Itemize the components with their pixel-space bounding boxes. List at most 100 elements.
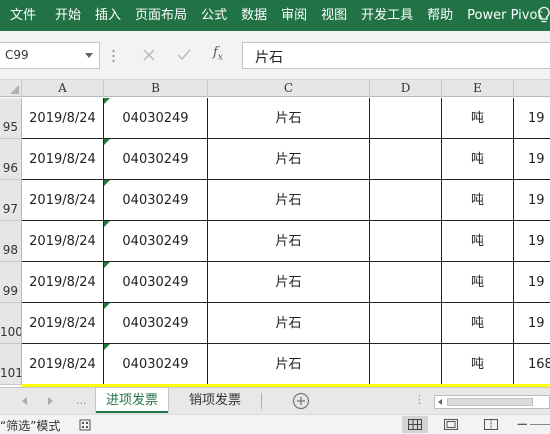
cell-d[interactable] — [370, 262, 442, 303]
error-indicator-icon — [104, 221, 110, 227]
row-header[interactable]: 99 — [0, 262, 22, 303]
cell-quantity[interactable]: 19 — [514, 262, 550, 303]
column-header-a[interactable]: A — [22, 80, 104, 97]
name-box[interactable]: C99 — [0, 42, 100, 69]
horizontal-scrollbar[interactable] — [434, 395, 550, 409]
row-header[interactable]: 97 — [0, 180, 22, 221]
scroll-splitter-icon[interactable]: ⋮ — [414, 393, 425, 406]
sheet-tab-bar: ... 进项发票 销项发票 ⋮ — [0, 387, 550, 414]
name-box-dropdown-icon[interactable] — [85, 53, 93, 58]
cell-name[interactable]: 片石 — [208, 262, 370, 303]
cell-code[interactable]: 04030249 — [104, 262, 208, 303]
cell-name[interactable]: 片石 — [208, 344, 370, 385]
cell-name[interactable]: 片石 — [208, 303, 370, 344]
cell-name[interactable]: 片石 — [208, 221, 370, 262]
cell-code[interactable]: 04030249 — [104, 221, 208, 262]
cell-code[interactable]: 04030249 — [104, 344, 208, 385]
sheet-tab-sales-invoices[interactable]: 销项发票 — [170, 388, 260, 413]
cell-unit[interactable]: 吨 — [442, 98, 514, 139]
row-header[interactable]: 95 — [0, 98, 22, 139]
more-sheets-left[interactable]: ... — [76, 394, 87, 407]
tab-file[interactable]: 文件 — [0, 0, 48, 31]
tab-home[interactable]: 开始 — [48, 0, 88, 31]
error-indicator-icon — [104, 262, 110, 268]
error-indicator-icon — [104, 98, 110, 104]
page-break-view-button[interactable] — [478, 416, 504, 433]
cell-quantity[interactable]: 168 — [514, 344, 550, 385]
cell-code[interactable]: 04030249 — [104, 180, 208, 221]
cell-name[interactable]: 片石 — [208, 139, 370, 180]
cell-quantity[interactable]: 19 — [514, 180, 550, 221]
cell-date[interactable]: 2019/8/24 — [22, 303, 104, 344]
cell-d[interactable] — [370, 139, 442, 180]
status-mode-text: “筛选”模式 — [0, 419, 61, 433]
row-header[interactable]: 100 — [0, 303, 22, 344]
worksheet-grid[interactable]: A B C D E 95 2019/8/24 04030249 片石 吨 19 … — [0, 80, 550, 387]
check-icon — [177, 49, 191, 61]
function-icon-sub: x — [217, 52, 223, 63]
formula-content: 片石 — [255, 50, 283, 66]
column-header-e[interactable]: E — [442, 80, 514, 97]
normal-view-button[interactable] — [402, 416, 428, 433]
column-header-d[interactable]: D — [370, 80, 442, 97]
previous-sheet-icon[interactable] — [22, 397, 27, 405]
cell-unit[interactable]: 吨 — [442, 344, 514, 385]
cell-quantity[interactable]: 19 — [514, 139, 550, 180]
add-sheet-icon[interactable] — [292, 392, 310, 410]
cell-d[interactable] — [370, 344, 442, 385]
tab-insert[interactable]: 插入 — [88, 0, 128, 31]
cell-quantity[interactable]: 19 — [514, 221, 550, 262]
cell-date[interactable]: 2019/8/24 — [22, 344, 104, 385]
cell-unit[interactable]: 吨 — [442, 303, 514, 344]
row-header[interactable]: 96 — [0, 139, 22, 180]
insert-function-button[interactable]: fx — [213, 45, 223, 63]
column-header-c[interactable]: C — [208, 80, 370, 97]
scroll-thumb[interactable] — [447, 398, 533, 406]
cell-code[interactable]: 04030249 — [104, 303, 208, 344]
scroll-left-icon[interactable] — [438, 399, 442, 405]
sheet-tab-purchase-invoices[interactable]: 进项发票 — [96, 388, 168, 413]
cell-unit[interactable]: 吨 — [442, 139, 514, 180]
cancel-button[interactable] — [139, 45, 159, 65]
lightbulb-icon[interactable] — [536, 6, 550, 25]
cell-date[interactable]: 2019/8/24 — [22, 221, 104, 262]
cell-date[interactable]: 2019/8/24 — [22, 262, 104, 303]
cell-code[interactable]: 04030249 — [104, 139, 208, 180]
formula-input[interactable]: 片石 — [242, 42, 550, 69]
page-layout-icon — [444, 419, 458, 430]
cell-quantity[interactable]: 19 — [514, 303, 550, 344]
tab-data[interactable]: 数据 — [234, 0, 274, 31]
tab-review[interactable]: 审阅 — [274, 0, 314, 31]
cell-unit[interactable]: 吨 — [442, 221, 514, 262]
zoom-out-icon[interactable]: − — [516, 415, 529, 433]
tab-formulas[interactable]: 公式 — [194, 0, 234, 31]
cell-date[interactable]: 2019/8/24 — [22, 98, 104, 139]
tab-view[interactable]: 视图 — [314, 0, 354, 31]
cell-name[interactable]: 片石 — [208, 180, 370, 221]
next-sheet-icon[interactable] — [48, 397, 53, 405]
column-header-b[interactable]: B — [104, 80, 208, 97]
select-all-corner[interactable] — [0, 80, 22, 97]
enter-button[interactable] — [174, 45, 194, 65]
tab-page-layout[interactable]: 页面布局 — [128, 0, 194, 31]
cell-date[interactable]: 2019/8/24 — [22, 139, 104, 180]
cell-d[interactable] — [370, 221, 442, 262]
row-header[interactable]: 101 — [0, 344, 22, 385]
cell-date[interactable]: 2019/8/24 — [22, 180, 104, 221]
cell-quantity[interactable]: 19 — [514, 98, 550, 139]
tab-help[interactable]: 帮助 — [420, 0, 460, 31]
tab-power-pivot[interactable]: Power Pivot — [460, 0, 546, 31]
cell-d[interactable] — [370, 303, 442, 344]
cell-unit[interactable]: 吨 — [442, 262, 514, 303]
cell-name[interactable]: 片石 — [208, 98, 370, 139]
page-setup-icon[interactable] — [79, 419, 91, 431]
cell-code[interactable]: 04030249 — [104, 98, 208, 139]
cell-d[interactable] — [370, 98, 442, 139]
column-header-f[interactable] — [514, 80, 550, 97]
zoom-slider[interactable] — [530, 424, 550, 425]
cell-unit[interactable]: 吨 — [442, 180, 514, 221]
cell-d[interactable] — [370, 180, 442, 221]
page-layout-view-button[interactable] — [438, 416, 464, 433]
tab-developer[interactable]: 开发工具 — [354, 0, 420, 31]
row-header[interactable]: 98 — [0, 221, 22, 262]
